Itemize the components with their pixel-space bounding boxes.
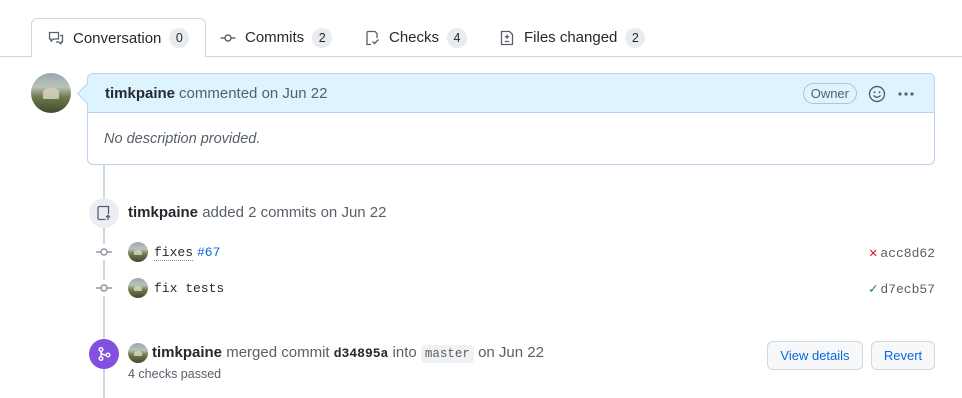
merge-date[interactable]: on Jun 22 <box>478 344 544 361</box>
avatar[interactable] <box>31 73 71 113</box>
avatar[interactable] <box>128 242 148 262</box>
x-icon[interactable]: ✕ <box>869 245 877 262</box>
revert-button[interactable]: Revert <box>871 341 935 370</box>
event-author[interactable]: timkpaine <box>128 204 198 221</box>
comment-timestamp[interactable]: commented on Jun 22 <box>179 85 327 102</box>
tab-commits[interactable]: Commits 2 <box>204 18 348 57</box>
git-commit-icon <box>96 244 112 260</box>
checks-status: 4 checks passed <box>128 367 222 381</box>
comment-author[interactable]: timkpaine <box>105 85 175 102</box>
tab-conversation[interactable]: Conversation 0 <box>31 18 207 58</box>
commits-event-text: timkpaine added 2 commits on Jun 22 <box>128 204 386 221</box>
tab-label: Conversation <box>73 29 162 47</box>
commit-sha-row: ✕ acc8d62 <box>869 245 935 262</box>
pr-tab-bar: Conversation 0 Commits 2 Checks 4 Files … <box>0 0 962 58</box>
git-commit-icon <box>96 280 112 296</box>
tab-label: Files changed <box>524 29 618 46</box>
view-details-button[interactable]: View details <box>767 341 863 370</box>
tab-counter: 4 <box>447 27 468 48</box>
commit-sha[interactable]: d7ecb57 <box>880 282 935 297</box>
comment-discussion-icon <box>48 30 64 46</box>
tab-checks[interactable]: Checks 4 <box>348 18 483 57</box>
owner-badge: Owner <box>802 83 857 104</box>
tab-counter: 2 <box>625 27 646 48</box>
branch-name[interactable]: master <box>420 345 474 363</box>
merge-into: into <box>392 344 417 361</box>
event-author[interactable]: timkpaine <box>152 344 222 361</box>
file-diff-icon <box>499 30 515 46</box>
merge-action: merged commit <box>226 344 330 361</box>
commit-sha-row: ✓ d7ecb57 <box>869 281 935 298</box>
commit-sha[interactable]: acc8d62 <box>880 246 935 261</box>
event-action: added 2 commits on Jun 22 <box>202 204 387 221</box>
avatar[interactable] <box>128 343 148 363</box>
kebab-horizontal-icon[interactable] <box>896 84 916 104</box>
repo-push-icon <box>89 198 119 228</box>
commit-message[interactable]: fixes <box>154 245 194 261</box>
git-commit-icon <box>220 30 236 46</box>
smiley-icon[interactable] <box>867 84 887 104</box>
tab-files-changed[interactable]: Files changed 2 <box>483 18 661 57</box>
commit-message[interactable]: fix tests <box>154 281 224 296</box>
comment-body: No description provided. <box>104 131 261 147</box>
tab-counter: 2 <box>312 27 333 48</box>
tab-counter: 0 <box>169 28 190 48</box>
git-merge-icon <box>89 339 119 369</box>
merge-commit-sha[interactable]: d34895a <box>334 346 389 361</box>
checklist-icon <box>364 30 380 46</box>
issue-link[interactable]: #67 <box>197 245 220 260</box>
tab-label: Checks <box>389 29 440 46</box>
comment-box: timkpaine commented on Jun 22 Owner No d… <box>87 73 935 165</box>
avatar[interactable] <box>128 278 148 298</box>
check-icon[interactable]: ✓ <box>869 281 877 298</box>
merge-event-text: timkpaine merged commit d34895a into mas… <box>152 344 544 363</box>
tab-label: Commits <box>245 29 305 46</box>
